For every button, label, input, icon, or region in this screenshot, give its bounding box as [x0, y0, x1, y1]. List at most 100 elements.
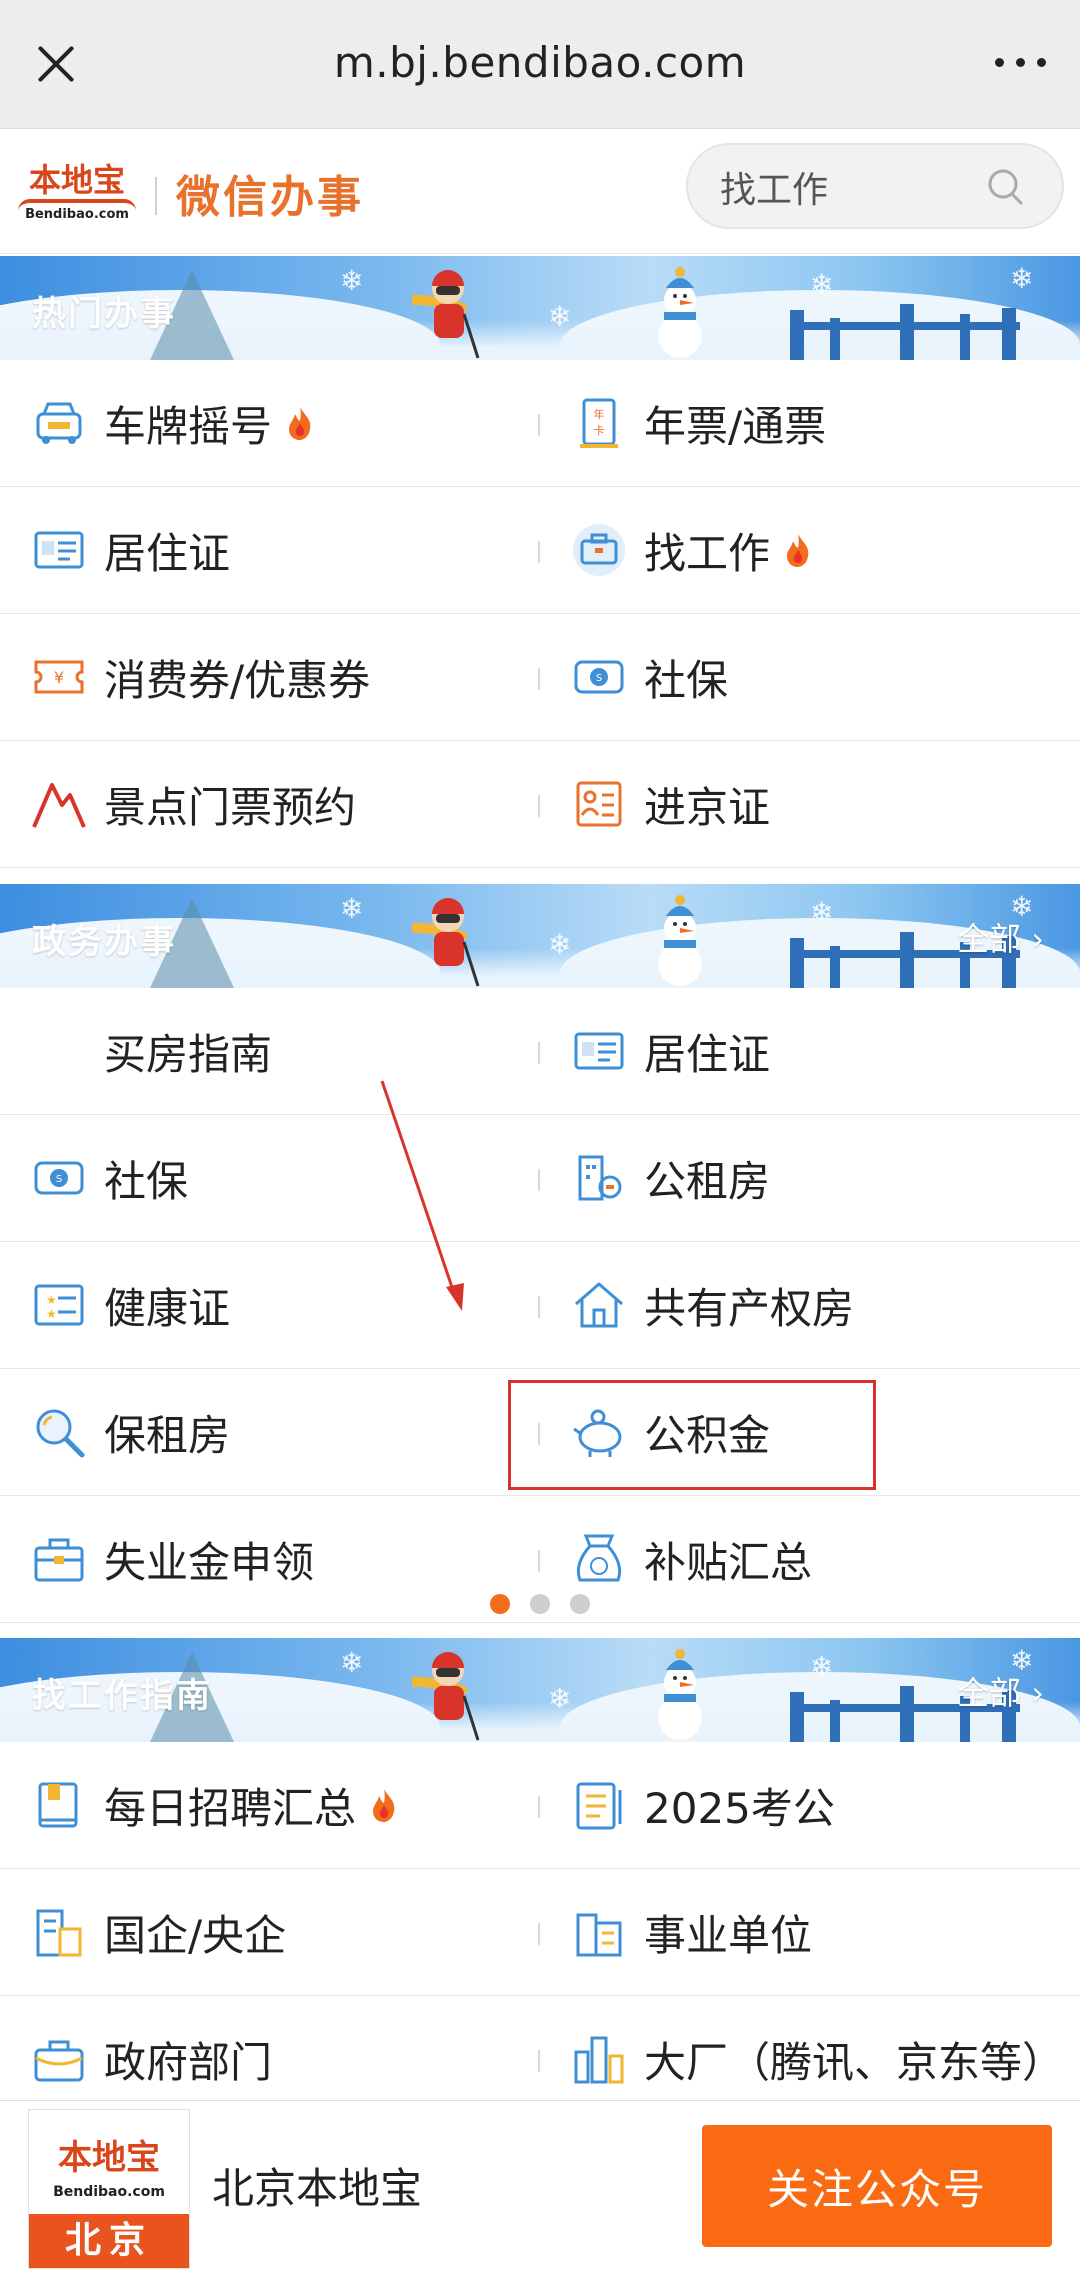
service-item[interactable]: 车牌摇号 [30, 360, 550, 486]
cell-divider [538, 2050, 540, 2072]
service-item[interactable]: S 社保 [570, 614, 1080, 740]
footer-bar: 本地宝 Bendibao.com 北京 北京 本地宝 关注公众号 [0, 2100, 1080, 2269]
skier-icon [412, 898, 480, 987]
cell-divider [538, 1550, 540, 1572]
service-label: 进京证 [644, 782, 771, 832]
service-item[interactable]: 买房指南 [30, 988, 550, 1114]
search-placeholder: 找工作 [720, 170, 829, 211]
towers-icon [570, 2030, 628, 2088]
snowflake-icon: ❄ [548, 300, 572, 333]
snowflake-icon: ❄ [340, 892, 364, 925]
job-guide-grid: 每日招聘汇总 2025考公 国企/央企 事业单位 政府部门 大厂（腾讯、京东等） [0, 1742, 1080, 2123]
service-label: 买房指南 [104, 1029, 273, 1079]
service-item[interactable]: 景点门票预约 [30, 741, 550, 867]
section-title: 政务办事 [32, 922, 176, 962]
grid-row: S 社保 公租房 [0, 1115, 1080, 1242]
bag-icon [30, 2030, 88, 2088]
account-avatar[interactable]: 本地宝 Bendibao.com 北京 [28, 2109, 190, 2269]
grid-row: 国企/央企 事业单位 [0, 1869, 1080, 1996]
hot-services-grid: 车牌摇号 年卡 年票/通票 居住证 找工作 ¥ 消费券/优惠券 S 社保 景点门… [0, 360, 1080, 868]
snowflake-icon: ❄ [810, 896, 834, 929]
header-title: 微信办事 [176, 172, 364, 223]
snowflake-icon: ❄ [810, 268, 834, 301]
service-label: 健康证 [104, 1283, 231, 1333]
service-item[interactable]: 年卡 年票/通票 [570, 360, 1080, 486]
service-label: 国企/央企 [104, 1910, 287, 1960]
snowflake-icon: ❄ [340, 1646, 364, 1679]
avatar-city: 北京 [29, 2214, 189, 2268]
cell-divider [538, 1042, 540, 1064]
service-item[interactable]: 进京证 [570, 741, 1080, 867]
service-item[interactable]: 找工作 [570, 487, 1080, 613]
cell-divider [538, 668, 540, 690]
snowflake-icon: ❄ [548, 928, 572, 961]
service-label: 车牌摇号 [104, 401, 273, 451]
pager-dot[interactable] [490, 1594, 510, 1614]
service-item[interactable]: 共有产权房 [570, 1242, 1080, 1368]
service-label: 每日招聘汇总 [104, 1783, 357, 1833]
id-card-icon [570, 1022, 628, 1080]
service-label: 共有产权房 [644, 1283, 855, 1333]
document-icon [570, 1776, 628, 1834]
mountain-icon [30, 775, 88, 833]
service-item[interactable]: 保租房 [30, 1369, 550, 1495]
service-item[interactable]: 国企/央企 [30, 1869, 550, 1995]
bendibao-logo[interactable]: 本地宝 Bendibao.com [12, 155, 142, 235]
service-item[interactable]: 公租房 [570, 1115, 1080, 1241]
header-divider [155, 177, 157, 215]
avatar-logo-text: 本地宝 [58, 2138, 160, 2178]
cell-divider [538, 541, 540, 563]
service-label: 2025考公 [644, 1783, 835, 1833]
svg-text:S: S [596, 673, 602, 684]
service-item[interactable]: 居住证 [570, 988, 1080, 1114]
carousel-pager [0, 1594, 1080, 1614]
health-card-icon: ★ ★ [30, 1276, 88, 1334]
cell-divider [538, 1296, 540, 1318]
follow-account-button[interactable]: 关注公众号 [702, 2125, 1052, 2247]
search-input[interactable]: 找工作 [686, 143, 1064, 229]
hot-fire-icon [770, 532, 812, 568]
cell-divider [538, 414, 540, 436]
service-label: 政府部门 [104, 2037, 273, 2087]
service-label: 保租房 [104, 1410, 231, 1460]
service-label: 补贴汇总 [644, 1537, 813, 1587]
section-banner-gov: ❄ ❄ ❄ ❄ 政务办事 全部 › [0, 884, 1080, 988]
service-item[interactable]: 每日招聘汇总 [30, 1742, 550, 1868]
snowflake-icon: ❄ [1010, 262, 1034, 295]
more-options-icon[interactable] [990, 44, 1050, 80]
building-icon [570, 1149, 628, 1207]
section-title: 找工作指南 [32, 1676, 212, 1716]
gate-icon [790, 304, 1020, 360]
pager-dot[interactable] [530, 1594, 550, 1614]
office-icon [570, 1903, 628, 1961]
grid-row: 景点门票预约 进京证 [0, 741, 1080, 868]
grid-row: 每日招聘汇总 2025考公 [0, 1742, 1080, 1869]
service-item[interactable]: 2025考公 [570, 1742, 1080, 1868]
skier-icon [412, 270, 480, 359]
grid-row: ★ ★ 健康证 共有产权房 [0, 1242, 1080, 1369]
service-label: 景点门票预约 [104, 782, 357, 832]
section-title: 热门办事 [32, 294, 176, 334]
view-all-link[interactable]: 全部 › [957, 1668, 1044, 1714]
svg-text:年: 年 [594, 407, 605, 421]
snowman-icon [658, 895, 702, 986]
pager-dot[interactable] [570, 1594, 590, 1614]
service-label: 年票/通票 [644, 401, 827, 451]
grid-row: 买房指南 居住证 [0, 988, 1080, 1115]
skier-icon [412, 1652, 480, 1741]
service-item[interactable]: ★ ★ 健康证 [30, 1242, 550, 1368]
service-item[interactable]: S 社保 [30, 1115, 550, 1241]
snowman-icon [658, 1649, 702, 1740]
service-item[interactable]: 事业单位 [570, 1869, 1080, 1995]
view-all-link[interactable]: 全部 › [957, 914, 1044, 960]
search-icon[interactable] [986, 167, 1026, 207]
browser-toolbar: m.bj.bendibao.com [0, 0, 1080, 129]
service-item[interactable]: ¥ 消费券/优惠券 [30, 614, 550, 740]
gov-services-grid: 买房指南 居住证 S 社保 公租房 ★ ★ 健康证 共有产权房 保租房 公积金 … [0, 988, 1080, 1623]
enterprise-icon [30, 1903, 88, 1961]
briefcase-icon [570, 521, 628, 579]
logo-subtext: Bendibao.com [25, 207, 129, 222]
service-item[interactable]: 居住证 [30, 487, 550, 613]
cell-divider [538, 1796, 540, 1818]
section-banner-hot: ❄ ❄ ❄ ❄ 热门办事 [0, 256, 1080, 360]
